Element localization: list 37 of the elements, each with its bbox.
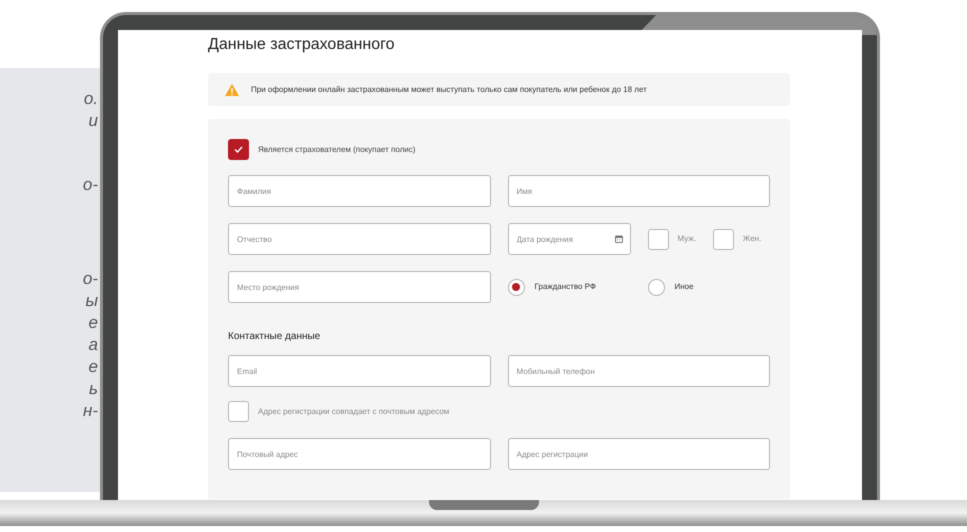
checkbox[interactable]: [712, 228, 734, 250]
input-field[interactable]: Почтовый адрес: [228, 438, 490, 470]
input-field[interactable]: Имя: [508, 175, 770, 207]
radio-label: Иное: [674, 281, 694, 293]
radio-button[interactable]: [508, 278, 524, 296]
section-title: Контактные данные: [228, 330, 322, 344]
checkbox-label: Муж.: [678, 233, 696, 245]
checkbox-label: Является страхователем (покупает полис): [258, 144, 416, 156]
text-fragment: н-: [82, 400, 99, 422]
checkbox[interactable]: [228, 139, 249, 160]
text-fragment: о-: [82, 174, 99, 196]
calendar-icon: [614, 235, 622, 243]
text-fragment: о-: [82, 268, 99, 290]
checkbox[interactable]: [648, 228, 668, 250]
input-field[interactable]: Отчество: [228, 223, 490, 255]
radio-label: Гражданство РФ: [534, 281, 596, 293]
text-fragment: ь: [89, 378, 99, 400]
radio-button[interactable]: [648, 278, 664, 296]
text-fragment: а: [88, 334, 99, 356]
text-fragment: ы: [85, 290, 99, 312]
text-fragment: о.: [84, 88, 99, 110]
check-icon: [234, 146, 243, 153]
input-field[interactable]: Адрес регистрации: [508, 438, 770, 470]
warning-icon: [225, 84, 239, 96]
checkbox-label: Адрес регистрации совпадает с почтовым адресом: [258, 406, 450, 418]
input-field[interactable]: Мобильный телефон: [508, 355, 770, 387]
input-field[interactable]: Место рождения: [228, 271, 490, 303]
input-field[interactable]: Дата рождения: [508, 223, 630, 255]
text-fragment: е: [88, 312, 99, 334]
page-title: Данные застрахованного: [208, 35, 396, 55]
notice-text: При оформлении онлайн застрахованным может выступать только сам покупатель или ребенок до 18 лет: [251, 84, 647, 96]
text-fragment: е: [88, 356, 99, 378]
text-fragment: и: [88, 110, 99, 132]
checkbox-label: Жен.: [742, 233, 762, 245]
input-field[interactable]: Фамилия: [228, 175, 490, 207]
checkbox[interactable]: [228, 401, 249, 422]
input-field[interactable]: Email: [228, 355, 490, 387]
